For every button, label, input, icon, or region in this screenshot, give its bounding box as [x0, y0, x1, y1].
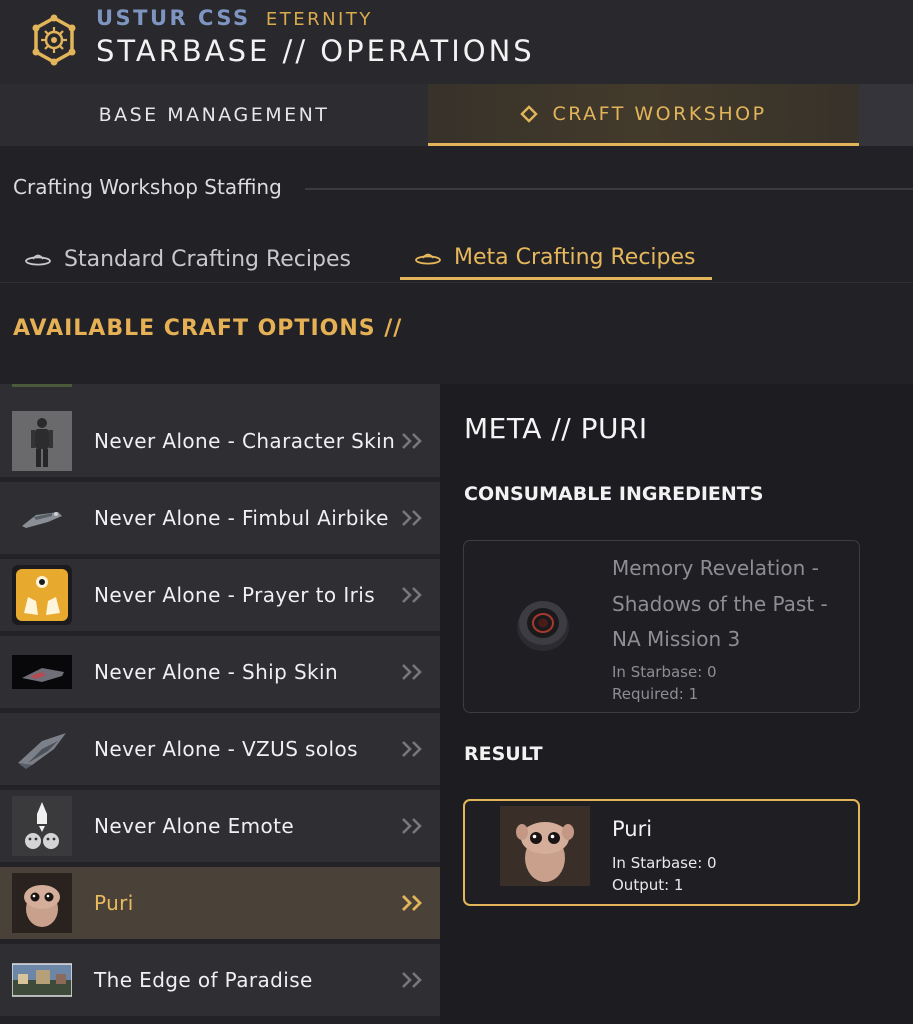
- tab-strip-filler: [859, 84, 913, 146]
- chevron-double-right-icon: [402, 895, 422, 911]
- list-item-label: Never Alone - Fimbul Airbike: [94, 506, 389, 530]
- recipe-detail-panel: META // PURI CONSUMABLE INGREDIENTS Memo…: [440, 384, 913, 1024]
- chevron-double-right-icon: [402, 664, 422, 680]
- result-name: Puri: [612, 817, 653, 841]
- puri-creature-icon: [500, 806, 590, 886]
- app-header: USTUR CSS ETERNITY STARBASE // OPERATION…: [0, 0, 913, 84]
- divider: [305, 188, 913, 190]
- chevron-double-right-icon: [402, 818, 422, 834]
- character-skin-thumb: [12, 411, 72, 471]
- chevron-double-right-icon: [402, 972, 422, 988]
- hex-star-emblem-icon: [32, 14, 76, 66]
- org-name: USTUR CSS: [96, 6, 251, 30]
- org-tier: ETERNITY: [265, 9, 373, 30]
- tab-craft-workshop[interactable]: CRAFT WORKSHOP: [428, 84, 859, 146]
- tab-craft-workshop-label: CRAFT WORKSHOP: [552, 102, 767, 125]
- ingredients-heading: CONSUMABLE INGREDIENTS: [464, 483, 764, 505]
- chevron-double-right-icon: [402, 433, 422, 449]
- list-item-label: The Edge of Paradise: [94, 968, 313, 992]
- vzus-solos-thumb: [12, 719, 72, 779]
- result-output: Output: 1: [612, 876, 684, 894]
- ufo-icon: [25, 254, 51, 266]
- partial-thumb: [12, 384, 72, 387]
- tab-base-management[interactable]: BASE MANAGEMENT: [0, 84, 428, 146]
- list-item-partial[interactable]: [0, 384, 440, 405]
- tab-meta-recipes[interactable]: Meta Crafting Recipes: [400, 238, 712, 280]
- result-card[interactable]: Puri In Starbase: 0 Output: 1: [463, 799, 860, 906]
- emote-thumb: [12, 796, 72, 856]
- tab-standard-recipes-label: Standard Crafting Recipes: [64, 246, 351, 272]
- list-item-label: Never Alone Emote: [94, 814, 295, 838]
- result-in-starbase: In Starbase: 0: [612, 854, 717, 872]
- tab-meta-recipes-label: Meta Crafting Recipes: [454, 245, 696, 270]
- chevron-double-right-icon: [402, 587, 422, 603]
- list-item-selected[interactable]: Puri: [0, 867, 440, 939]
- memory-disc-icon: [517, 601, 569, 651]
- ship-skin-thumb: [12, 642, 72, 702]
- list-item[interactable]: Never Alone - Prayer to Iris: [0, 559, 440, 631]
- ingredient-required: Required: 1: [612, 685, 699, 703]
- ufo-icon: [415, 253, 441, 264]
- recipe-list[interactable]: Never Alone - Character Skin Never Alone…: [0, 384, 440, 1024]
- main-tabs: BASE MANAGEMENT CRAFT WORKSHOP: [0, 84, 913, 146]
- staffing-label[interactable]: Crafting Workshop Staffing: [13, 175, 282, 199]
- airbike-thumb: [12, 488, 72, 548]
- divider: [0, 282, 913, 283]
- ingredient-name: Memory Revelation - Shadows of the Past …: [612, 556, 828, 651]
- detail-title: META // PURI: [464, 412, 648, 445]
- edge-of-paradise-thumb: [12, 950, 72, 1010]
- list-item-label: Never Alone - VZUS solos: [94, 737, 358, 761]
- list-item[interactable]: The Edge of Paradise: [0, 944, 440, 1016]
- list-item-label: Never Alone - Prayer to Iris: [94, 583, 376, 607]
- prayer-to-iris-thumb: [12, 565, 72, 625]
- ingredient-in-starbase: In Starbase: 0: [612, 663, 717, 681]
- list-item[interactable]: Never Alone - Character Skin: [0, 405, 440, 477]
- list-item[interactable]: Never Alone - Ship Skin: [0, 636, 440, 708]
- list-item-label: Puri: [94, 891, 134, 915]
- chevron-double-right-icon: [402, 510, 422, 526]
- list-item[interactable]: Never Alone Emote: [0, 790, 440, 862]
- list-item-label: Never Alone - Character Skin: [94, 429, 396, 453]
- result-heading: RESULT: [464, 743, 543, 765]
- chevron-double-right-icon: [402, 741, 422, 757]
- page-title: STARBASE // OPERATIONS: [96, 34, 535, 68]
- puri-thumb: [12, 873, 72, 933]
- org-line: USTUR CSS ETERNITY: [96, 6, 373, 30]
- diamond-icon: [520, 104, 539, 123]
- ingredient-card[interactable]: Memory Revelation - Shadows of the Past …: [463, 540, 860, 713]
- list-item[interactable]: Never Alone - VZUS solos: [0, 713, 440, 785]
- tab-standard-recipes[interactable]: Standard Crafting Recipes: [24, 238, 351, 280]
- list-item-label: Never Alone - Ship Skin: [94, 660, 339, 684]
- available-craft-options-heading: AVAILABLE CRAFT OPTIONS //: [13, 316, 403, 341]
- list-item[interactable]: Never Alone - Fimbul Airbike: [0, 482, 440, 554]
- tab-base-management-label: BASE MANAGEMENT: [98, 104, 330, 126]
